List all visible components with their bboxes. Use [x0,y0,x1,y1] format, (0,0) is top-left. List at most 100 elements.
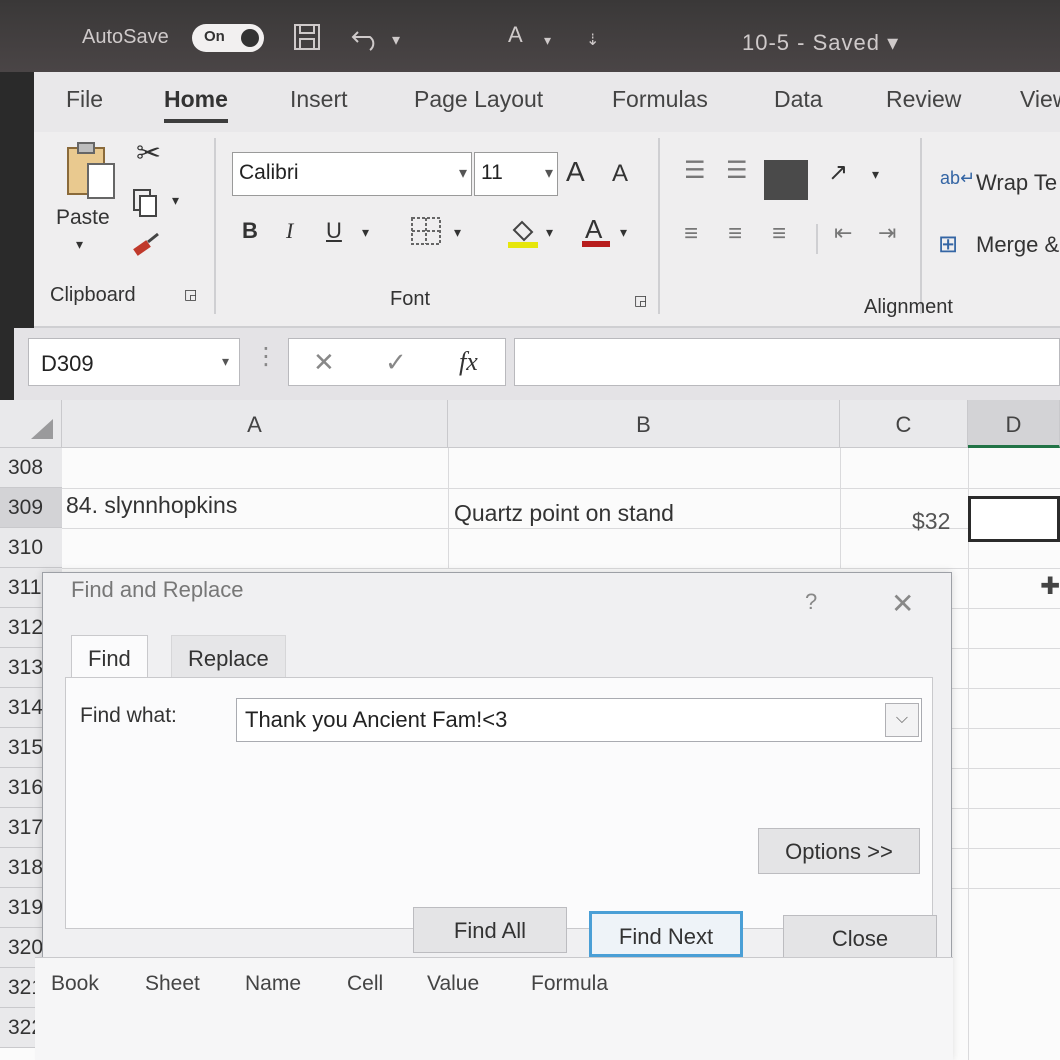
decrease-indent-icon[interactable]: ⇤ [834,220,852,246]
align-center-icon[interactable]: ≡ [728,220,742,248]
results-col-value[interactable]: Value [427,972,479,996]
select-all-corner[interactable] [0,400,62,448]
font-size-box[interactable]: 11 ▾ [474,152,558,196]
tab-file[interactable]: File [66,86,103,113]
customize-toolbar-icon[interactable]: ⇣ [586,30,599,50]
tab-review[interactable]: Review [886,86,961,113]
cut-icon[interactable]: ✂ [136,136,161,171]
cell-a309[interactable]: 84. slynnhopkins [66,492,237,519]
chevron-down-icon[interactable]: ⌵ [885,703,919,737]
orientation-icon[interactable]: ↗ [828,158,848,187]
help-icon[interactable]: ? [805,589,817,615]
undo-icon[interactable] [350,22,384,59]
paste-icon[interactable] [62,140,118,208]
shrink-font-icon[interactable]: A [612,160,628,188]
tab-data[interactable]: Data [774,86,823,113]
find-all-button[interactable]: Find All [413,907,567,953]
align-right-icon[interactable]: ≡ [772,220,786,248]
row-header[interactable]: 308 [0,448,62,488]
chevron-down-icon[interactable]: ▾ [222,353,229,370]
autosave-toggle[interactable]: On [192,24,264,52]
enter-icon[interactable]: ✓ [385,347,407,378]
borders-icon[interactable] [410,216,442,252]
paste-dropdown-icon[interactable]: ▾ [76,236,83,253]
align-left-icon[interactable]: ≡ [684,220,698,248]
bold-button[interactable]: B [242,218,258,244]
quick-dropdown-icon[interactable]: ▾ [544,32,551,49]
font-color-dropdown-icon[interactable]: ▾ [620,224,627,241]
orientation-dropdown-icon[interactable]: ▾ [872,166,879,183]
formula-input[interactable] [514,338,1060,386]
fill-color-dropdown-icon[interactable]: ▾ [546,224,553,241]
top-align-icon[interactable]: ☰ [684,156,706,185]
column-header-d[interactable]: D [968,400,1060,448]
borders-dropdown-icon[interactable]: ▾ [454,224,461,241]
column-header-a[interactable]: A [62,400,448,448]
find-replace-dialog: Find and Replace ? ✕ Find Replace Find w… [35,572,953,1060]
options-button[interactable]: Options >> [758,828,920,874]
tab-home[interactable]: Home [164,86,228,123]
wrap-text-label[interactable]: Wrap Te [976,170,1057,196]
merge-label[interactable]: Merge & [976,232,1059,258]
find-what-input[interactable]: Thank you Ancient Fam!<3 ⌵ [236,698,922,742]
close-icon[interactable]: ✕ [891,587,914,620]
underline-dropdown-icon[interactable]: ▾ [362,224,369,241]
separator [920,138,922,314]
bottom-align-icon[interactable] [764,160,808,200]
insert-function-icon[interactable]: fx [459,347,478,377]
tab-insert[interactable]: Insert [290,86,348,113]
copy-dropdown-icon[interactable]: ▾ [172,192,179,209]
separator [658,138,660,314]
formula-bar: D309 ▾ ⋮ ✕ ✓ fx [14,328,1060,400]
underline-button[interactable]: U [326,218,342,244]
merge-icon[interactable]: ⊞ [938,230,958,259]
gridline [62,568,1060,569]
wrap-text-icon[interactable]: ab↵ [940,168,975,189]
clipboard-launcher-icon[interactable]: ◲ [184,286,197,303]
close-button[interactable]: Close [783,915,937,961]
italic-button[interactable]: I [286,218,293,244]
cell-d309-selected[interactable] [968,496,1060,542]
font-launcher-icon[interactable]: ◲ [634,292,647,309]
dialog-title: Find and Replace [71,577,244,602]
cell-b309[interactable]: Quartz point on stand [454,500,674,527]
name-box[interactable]: D309 ▾ [28,338,240,386]
find-what-value: Thank you Ancient Fam!<3 [245,707,508,732]
undo-dropdown-icon[interactable]: ▾ [392,30,400,50]
fill-color-icon[interactable] [506,216,540,254]
results-col-name[interactable]: Name [245,972,301,996]
font-name-box[interactable]: Calibri ▾ [232,152,472,196]
font-name-value: Calibri [239,161,299,184]
paste-label[interactable]: Paste [56,206,110,230]
font-color-icon[interactable]: A [580,214,612,254]
grow-font-icon[interactable]: A [566,156,585,188]
chevron-down-icon[interactable]: ▾ [545,163,553,183]
results-col-formula[interactable]: Formula [531,972,608,996]
column-header-b[interactable]: B [448,400,840,448]
chevron-down-icon[interactable]: ▾ [459,163,467,183]
row-header[interactable]: 309 [0,488,62,528]
format-painter-icon[interactable] [130,230,162,266]
increase-indent-icon[interactable]: ⇥ [878,220,896,246]
tab-view[interactable]: View [1020,86,1060,113]
tab-replace[interactable]: Replace [171,635,286,679]
font-color-quick-icon[interactable]: A [508,22,523,48]
drag-handle-icon[interactable]: ⋮ [254,342,278,371]
tab-page-layout[interactable]: Page Layout [414,86,543,113]
cell-c309[interactable]: $32 [912,508,950,535]
middle-align-icon[interactable]: ☰ [726,156,748,185]
save-icon[interactable] [292,22,322,59]
results-col-cell[interactable]: Cell [347,972,383,996]
cancel-icon[interactable]: ✕ [313,347,335,378]
column-header-c[interactable]: C [840,400,968,448]
row-header[interactable]: 310 [0,528,62,568]
ribbon-tabs: File Home Insert Page Layout Formulas Da… [34,72,1060,132]
document-title[interactable]: 10-5 - Saved ▾ [742,30,899,56]
name-box-value: D309 [41,351,94,376]
results-col-sheet[interactable]: Sheet [145,972,200,996]
results-col-book[interactable]: Book [51,972,99,996]
copy-icon[interactable] [130,188,166,226]
tab-formulas[interactable]: Formulas [612,86,708,113]
find-next-button[interactable]: Find Next [589,911,743,957]
tab-find[interactable]: Find [71,635,148,679]
